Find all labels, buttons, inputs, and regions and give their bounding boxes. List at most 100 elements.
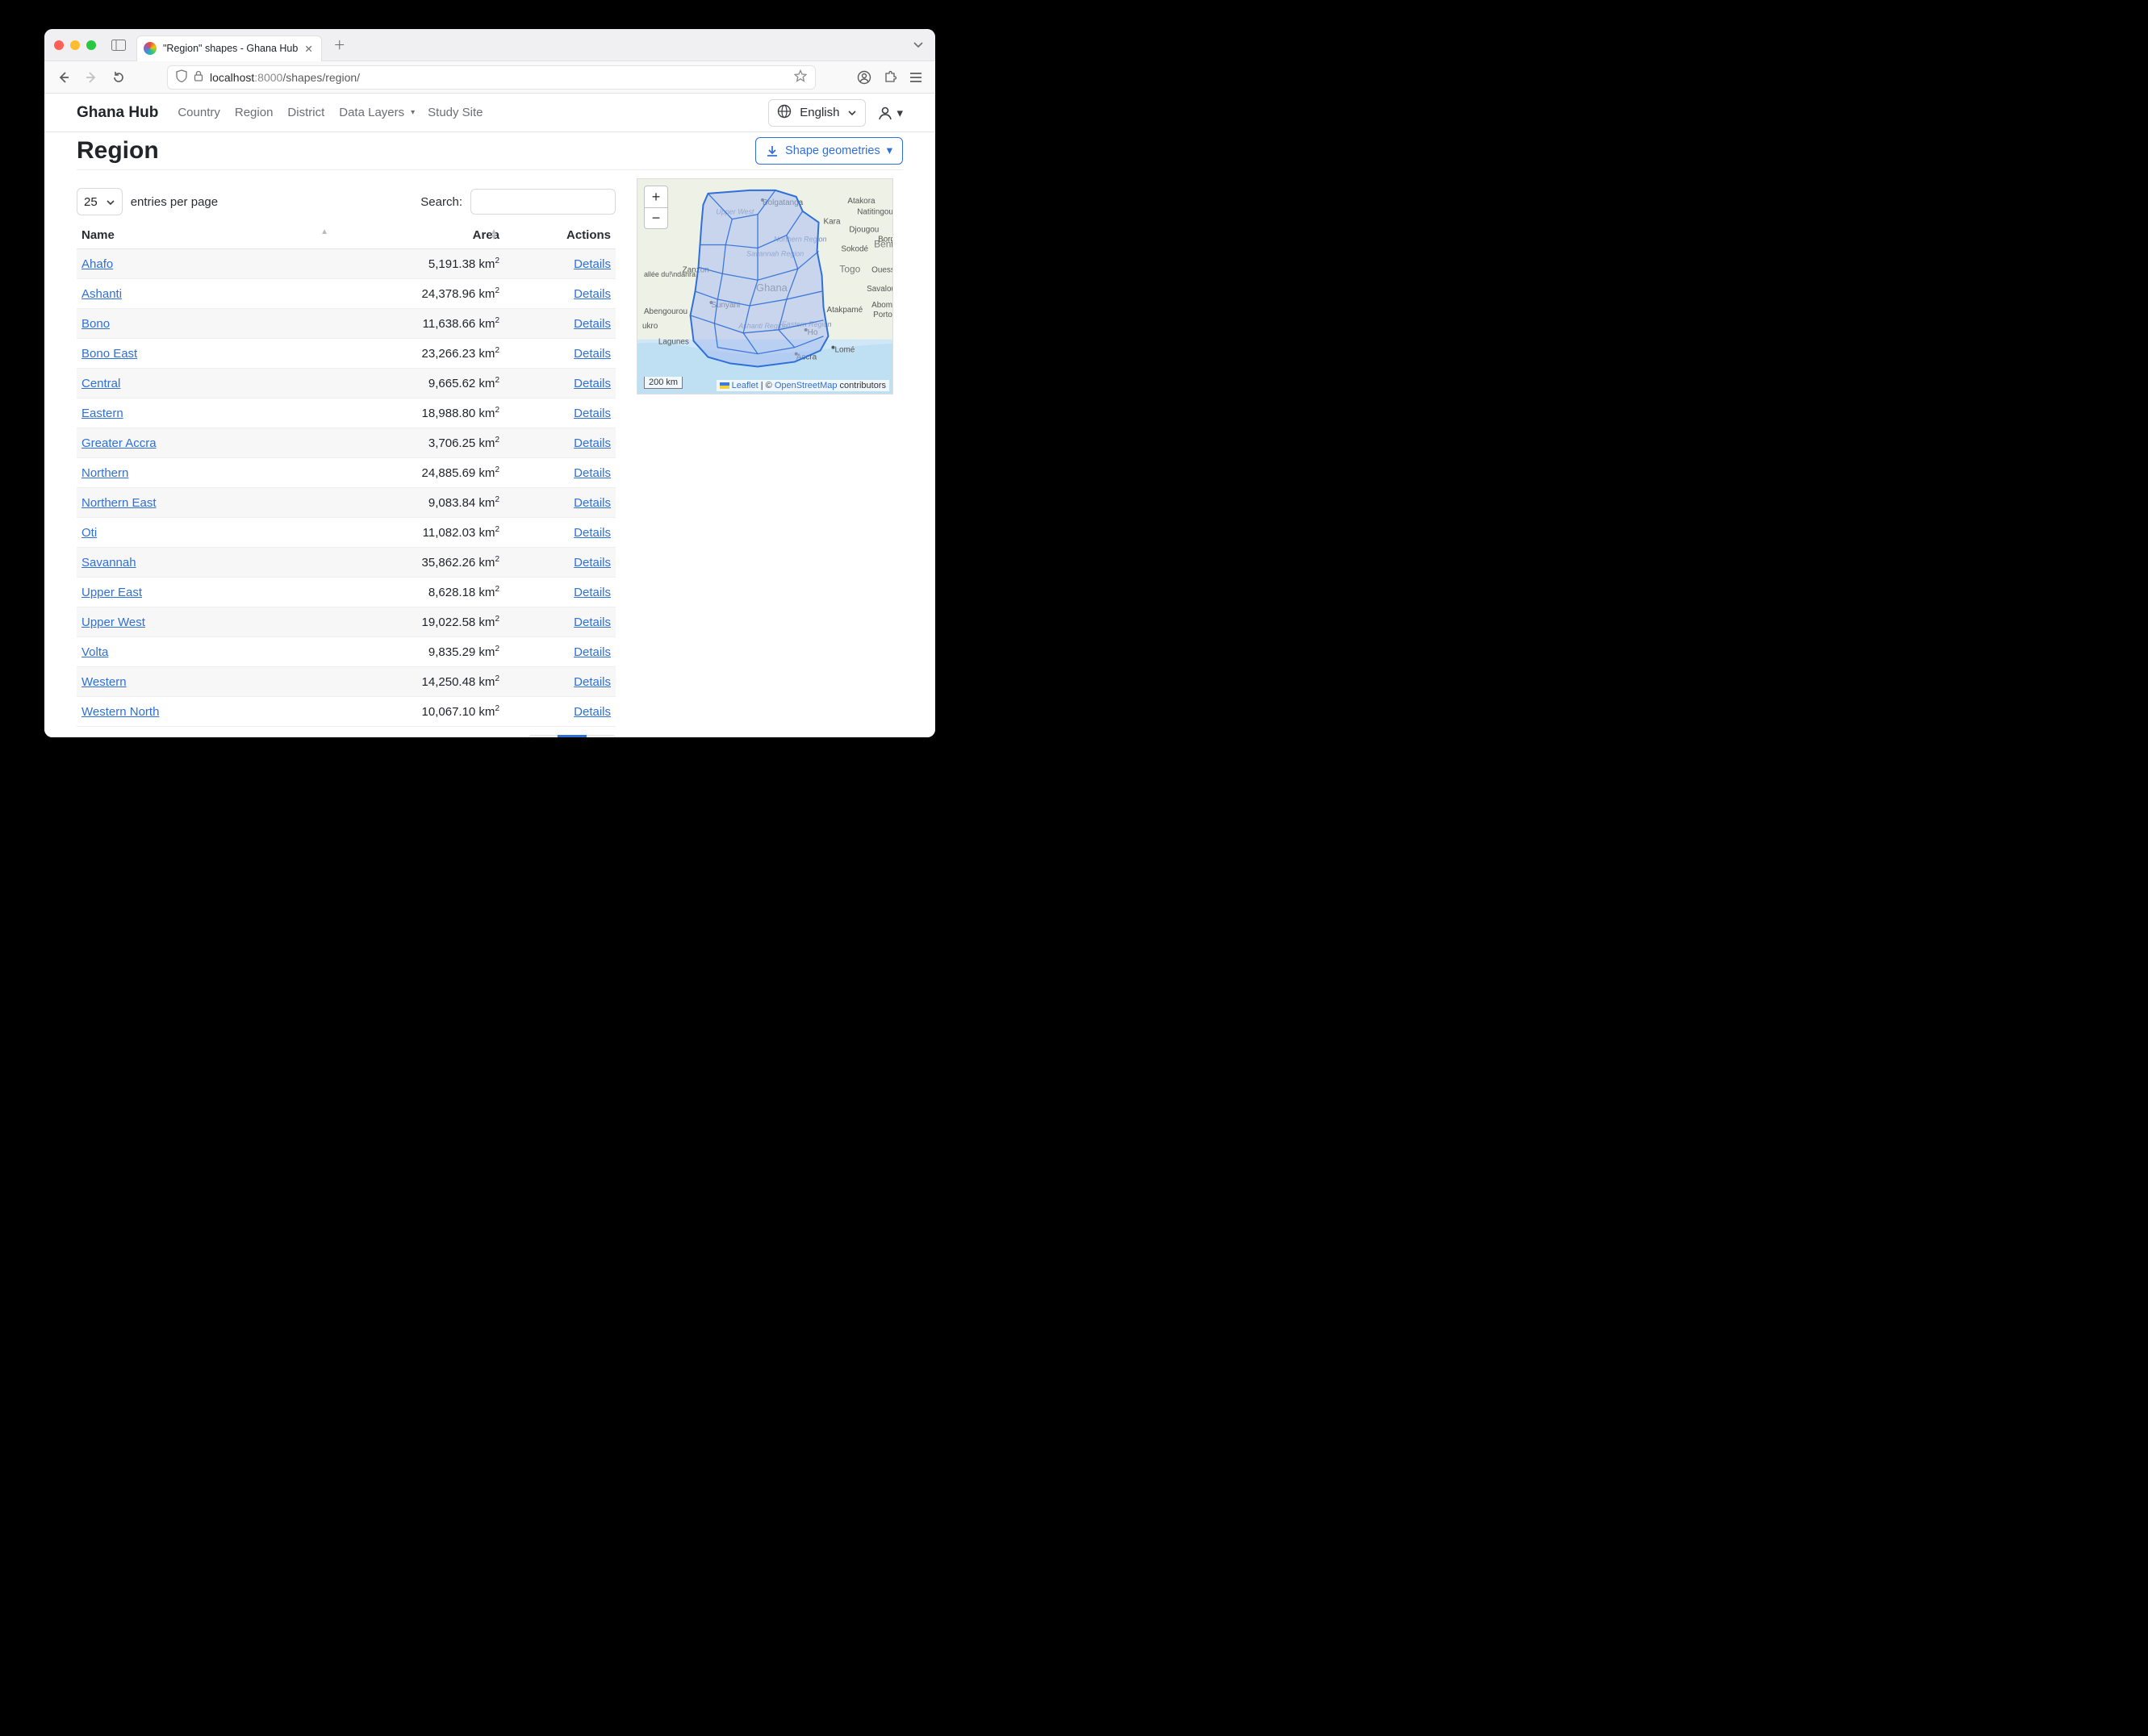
language-label: English <box>800 106 839 119</box>
details-link[interactable]: Details <box>574 466 611 480</box>
region-link[interactable]: Bono East <box>81 347 137 361</box>
region-link[interactable]: Western North <box>81 705 159 719</box>
url-text: localhost:8000/shapes/region/ <box>210 71 360 84</box>
details-link[interactable]: Details <box>574 407 611 420</box>
details-link[interactable]: Details <box>574 377 611 390</box>
col-name[interactable]: Name ▲ <box>77 222 335 249</box>
details-link[interactable]: Details <box>574 586 611 599</box>
app-menu-button[interactable] <box>905 66 927 89</box>
puzzle-icon <box>883 70 897 85</box>
table-row: Bono East 23,266.23 km2 Details <box>77 339 616 369</box>
details-link[interactable]: Details <box>574 526 611 540</box>
page-title: Region <box>77 137 755 165</box>
details-link[interactable]: Details <box>574 675 611 689</box>
pager-page-1[interactable]: 1 <box>558 735 587 737</box>
region-link[interactable]: Oti <box>81 526 97 540</box>
region-link[interactable]: Bono <box>81 317 110 331</box>
page-size-select[interactable]: 25 <box>77 188 123 215</box>
chevron-down-icon: ▾ <box>887 144 892 157</box>
table-row: Upper East8,628.18 km2Details <box>77 578 616 607</box>
map-zoom: + − <box>644 186 668 229</box>
search-input[interactable] <box>470 189 616 215</box>
osm-link[interactable]: OpenStreetMap <box>775 381 838 390</box>
user-menu[interactable]: ▾ <box>877 105 903 121</box>
region-link[interactable]: Western <box>81 675 127 689</box>
nav-link-country[interactable]: Country <box>176 102 222 123</box>
nav-link-region[interactable]: Region <box>233 102 275 123</box>
back-button[interactable] <box>52 66 75 89</box>
map-panel: Togo Bénin Ghana Atakora Natitingou Djou… <box>637 178 903 737</box>
forward-button[interactable] <box>80 66 102 89</box>
language-selector[interactable]: English <box>768 99 866 127</box>
extensions-button[interactable] <box>879 66 901 89</box>
app-navbar: Ghana Hub Country Region District Data L… <box>44 94 935 132</box>
pager-next[interactable]: » <box>587 735 616 737</box>
tab-close-button[interactable]: ✕ <box>304 43 312 55</box>
account-button[interactable] <box>853 66 875 89</box>
details-link[interactable]: Details <box>574 645 611 659</box>
table-row: Northern East9,083.84 km2Details <box>77 488 616 518</box>
nav-link-data-layers[interactable]: Data Layers <box>337 102 406 123</box>
browser-window: "Region" shapes - Ghana Hub ✕ ＋ loca <box>44 29 935 737</box>
leaflet-link[interactable]: Leaflet <box>732 381 758 390</box>
details-link[interactable]: Details <box>574 705 611 719</box>
pagination: « 1 » <box>77 735 616 737</box>
chevron-down-icon <box>106 195 115 209</box>
new-tab-button[interactable]: ＋ <box>328 34 351 56</box>
region-link[interactable]: Upper West <box>81 616 145 629</box>
svg-text:ukro: ukro <box>642 322 658 331</box>
zoom-out-button[interactable]: − <box>645 207 667 228</box>
svg-text:allée du!\ndanra: allée du!\ndanra <box>644 270 696 278</box>
region-link[interactable]: Northern <box>81 466 128 480</box>
region-link[interactable]: Greater Accra <box>81 436 157 450</box>
zoom-in-button[interactable]: + <box>645 186 667 207</box>
details-link[interactable]: Details <box>574 556 611 570</box>
hamburger-icon <box>909 72 922 83</box>
details-link[interactable]: Details <box>574 287 611 301</box>
col-area[interactable]: Area ▲▼ <box>335 222 504 249</box>
pager-prev[interactable]: « <box>529 735 558 737</box>
reload-button[interactable] <box>107 66 130 89</box>
svg-text:Natitingou: Natitingou <box>857 208 892 217</box>
close-window-button[interactable] <box>54 40 64 50</box>
shape-geometries-button[interactable]: Shape geometries ▾ <box>755 137 903 165</box>
region-link[interactable]: Northern East <box>81 496 157 510</box>
region-link[interactable]: Ahafo <box>81 257 113 271</box>
svg-text:Atakora: Atakora <box>847 197 875 206</box>
address-bar[interactable]: localhost:8000/shapes/region/ <box>167 65 816 90</box>
nav-link-district[interactable]: District <box>286 102 326 123</box>
details-link[interactable]: Details <box>574 347 611 361</box>
favicon-icon <box>144 42 157 55</box>
details-link[interactable]: Details <box>574 257 611 271</box>
region-link[interactable]: Savannah <box>81 556 136 570</box>
maximize-window-button[interactable] <box>86 40 96 50</box>
details-link[interactable]: Details <box>574 616 611 629</box>
region-link[interactable]: Eastern <box>81 407 123 420</box>
sidebar-icon <box>111 40 126 51</box>
browser-tab[interactable]: "Region" shapes - Ghana Hub ✕ <box>136 35 322 61</box>
nav-link-study-site[interactable]: Study Site <box>426 102 484 123</box>
bookmark-button[interactable] <box>794 69 807 85</box>
details-link[interactable]: Details <box>574 496 611 510</box>
map-attribution: Leaflet | © OpenStreetMap contributors <box>717 380 889 391</box>
brand[interactable]: Ghana Hub <box>77 104 158 122</box>
details-link[interactable]: Details <box>574 317 611 331</box>
svg-text:Djougou: Djougou <box>849 226 879 235</box>
chevron-down-icon <box>913 40 924 48</box>
arrow-right-icon <box>85 71 98 84</box>
tab-bar: "Region" shapes - Ghana Hub ✕ ＋ <box>44 29 935 61</box>
region-link[interactable]: Volta <box>81 645 108 659</box>
regions-table: Name ▲ Area ▲▼ Actions Ahafo5,191.38 km2… <box>77 222 616 727</box>
region-link[interactable]: Upper East <box>81 586 142 599</box>
minimize-window-button[interactable] <box>70 40 80 50</box>
svg-text:Sokodé: Sokodé <box>841 244 868 253</box>
region-link[interactable]: Ashanti <box>81 287 122 301</box>
area-cell: 23,266.23 km2 <box>335 339 504 369</box>
details-link[interactable]: Details <box>574 436 611 450</box>
map[interactable]: Togo Bénin Ghana Atakora Natitingou Djou… <box>637 178 893 394</box>
region-link[interactable]: Central <box>81 377 120 390</box>
sidebar-toggle-button[interactable] <box>107 36 130 54</box>
table-row: Upper West19,022.58 km2Details <box>77 607 616 637</box>
tabs-dropdown-button[interactable] <box>908 38 929 52</box>
svg-text:Borgc: Borgc <box>878 236 892 244</box>
